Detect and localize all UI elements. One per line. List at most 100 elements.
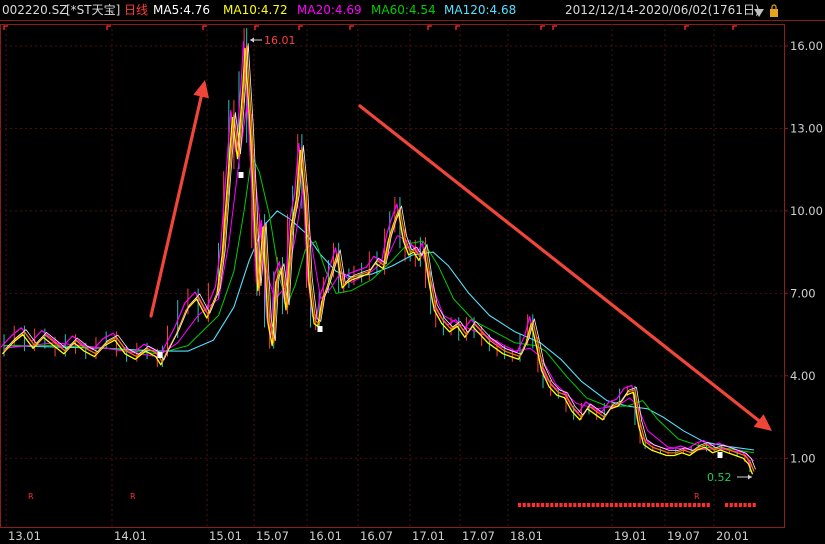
top-event-markers [3,25,737,30]
event-marker [552,25,557,30]
signal-marker [623,503,627,507]
signal-marker [748,503,752,507]
series-layer [0,28,756,475]
signal-marker [738,503,742,507]
signal-marker [642,503,646,507]
event-marker [540,25,545,30]
signal-marker [559,503,563,507]
r-marker: R [694,492,700,501]
signal-marker [554,503,558,507]
signal-marker [614,503,618,507]
signal-marker [591,503,595,507]
event-marker [106,25,111,30]
event-marker [202,25,207,30]
event-marker [455,25,460,30]
x-tick-label: 17.01 [412,529,445,543]
down-arrow-shaft [358,104,761,423]
signal-marker [568,503,572,507]
up-arrow-head [193,80,210,99]
signal-marker [587,503,591,507]
signal-marker [541,503,545,507]
signal-marker [628,503,632,507]
ma20-line-price [0,41,752,468]
header-controls[interactable] [754,4,778,17]
event-marker [298,25,303,30]
signal-marker [743,503,747,507]
signal-marker [729,503,733,507]
ma120-line [3,210,755,451]
price-chart[interactable]: 16.00 13.00 10.00 7.00 4.00 1.00 13.01 14.01 15.… [0,0,825,544]
event-marker [254,25,259,30]
signal-marker [573,503,577,507]
signal-marker [527,503,531,507]
event-box [157,352,163,358]
low-arrow-icon [748,474,752,480]
signal-marker [752,503,756,507]
chevron-down-icon[interactable] [754,9,764,17]
r-marker: R [28,492,34,501]
high-arrow-icon [250,37,254,43]
r-marker: R [130,492,136,501]
up-arrow-shaft [149,94,203,318]
signal-marker [564,503,568,507]
signal-marker [697,503,701,507]
signal-marker [619,503,623,507]
signal-marker [605,503,609,507]
x-tick-label: 15.07 [256,529,289,543]
signal-marker [692,503,696,507]
signal-marker [600,503,604,507]
low-label: 0.52 [707,471,732,484]
signal-marker [683,503,687,507]
x-tick-label: 17.07 [462,529,495,543]
signal-marker [536,503,540,507]
lock-shackle [771,4,777,9]
event-box [317,326,323,332]
trend-arrows [149,80,772,431]
x-tick-label: 15.01 [209,529,242,543]
signal-marker [531,503,535,507]
y-tick-label: 13.00 [790,121,823,135]
annotations: 16.01 0.52 R R R [28,34,756,507]
x-tick-label: 19.07 [667,529,700,543]
signal-marker [633,503,637,507]
signal-marker [679,503,683,507]
signal-marker [582,503,586,507]
signal-marker [522,503,526,507]
x-tick-label: 18.01 [510,529,543,543]
y-tick-label: 1.00 [790,451,816,465]
signal-marker [545,503,549,507]
signal-marker [610,503,614,507]
ma5-line [5,43,756,470]
x-tick-label: 14.01 [114,529,147,543]
signal-marker [665,503,669,507]
y-tick-label: 4.00 [790,369,816,383]
grid-lines [0,24,788,527]
x-tick-label: 16.07 [360,529,393,543]
signal-marker [660,503,664,507]
signal-marker [596,503,600,507]
signal-marker [734,503,738,507]
x-tick-label: 20.01 [716,529,749,543]
signal-marker [674,503,678,507]
signal-marker [550,503,554,507]
x-tick-label: 13.01 [8,529,41,543]
y-tick-label: 7.00 [790,286,816,300]
signal-marker [706,503,710,507]
signal-marker [669,503,673,507]
y-tick-label: 16.00 [790,39,823,53]
event-box [717,452,723,458]
signal-marker [688,503,692,507]
y-tick-label: 10.00 [790,204,823,218]
signal-marker [725,503,729,507]
axis-labels: 16.00 13.00 10.00 7.00 4.00 1.00 13.01 14.01 15.… [8,39,823,543]
signal-marker [518,503,522,507]
signal-marker [656,503,660,507]
signal-marker [637,503,641,507]
signal-marker [577,503,581,507]
x-tick-label: 16.01 [309,529,342,543]
signal-marker [702,503,706,507]
chart-frame [0,20,825,528]
event-box [238,172,244,178]
signal-marker [646,503,650,507]
lock-icon[interactable] [770,9,778,17]
